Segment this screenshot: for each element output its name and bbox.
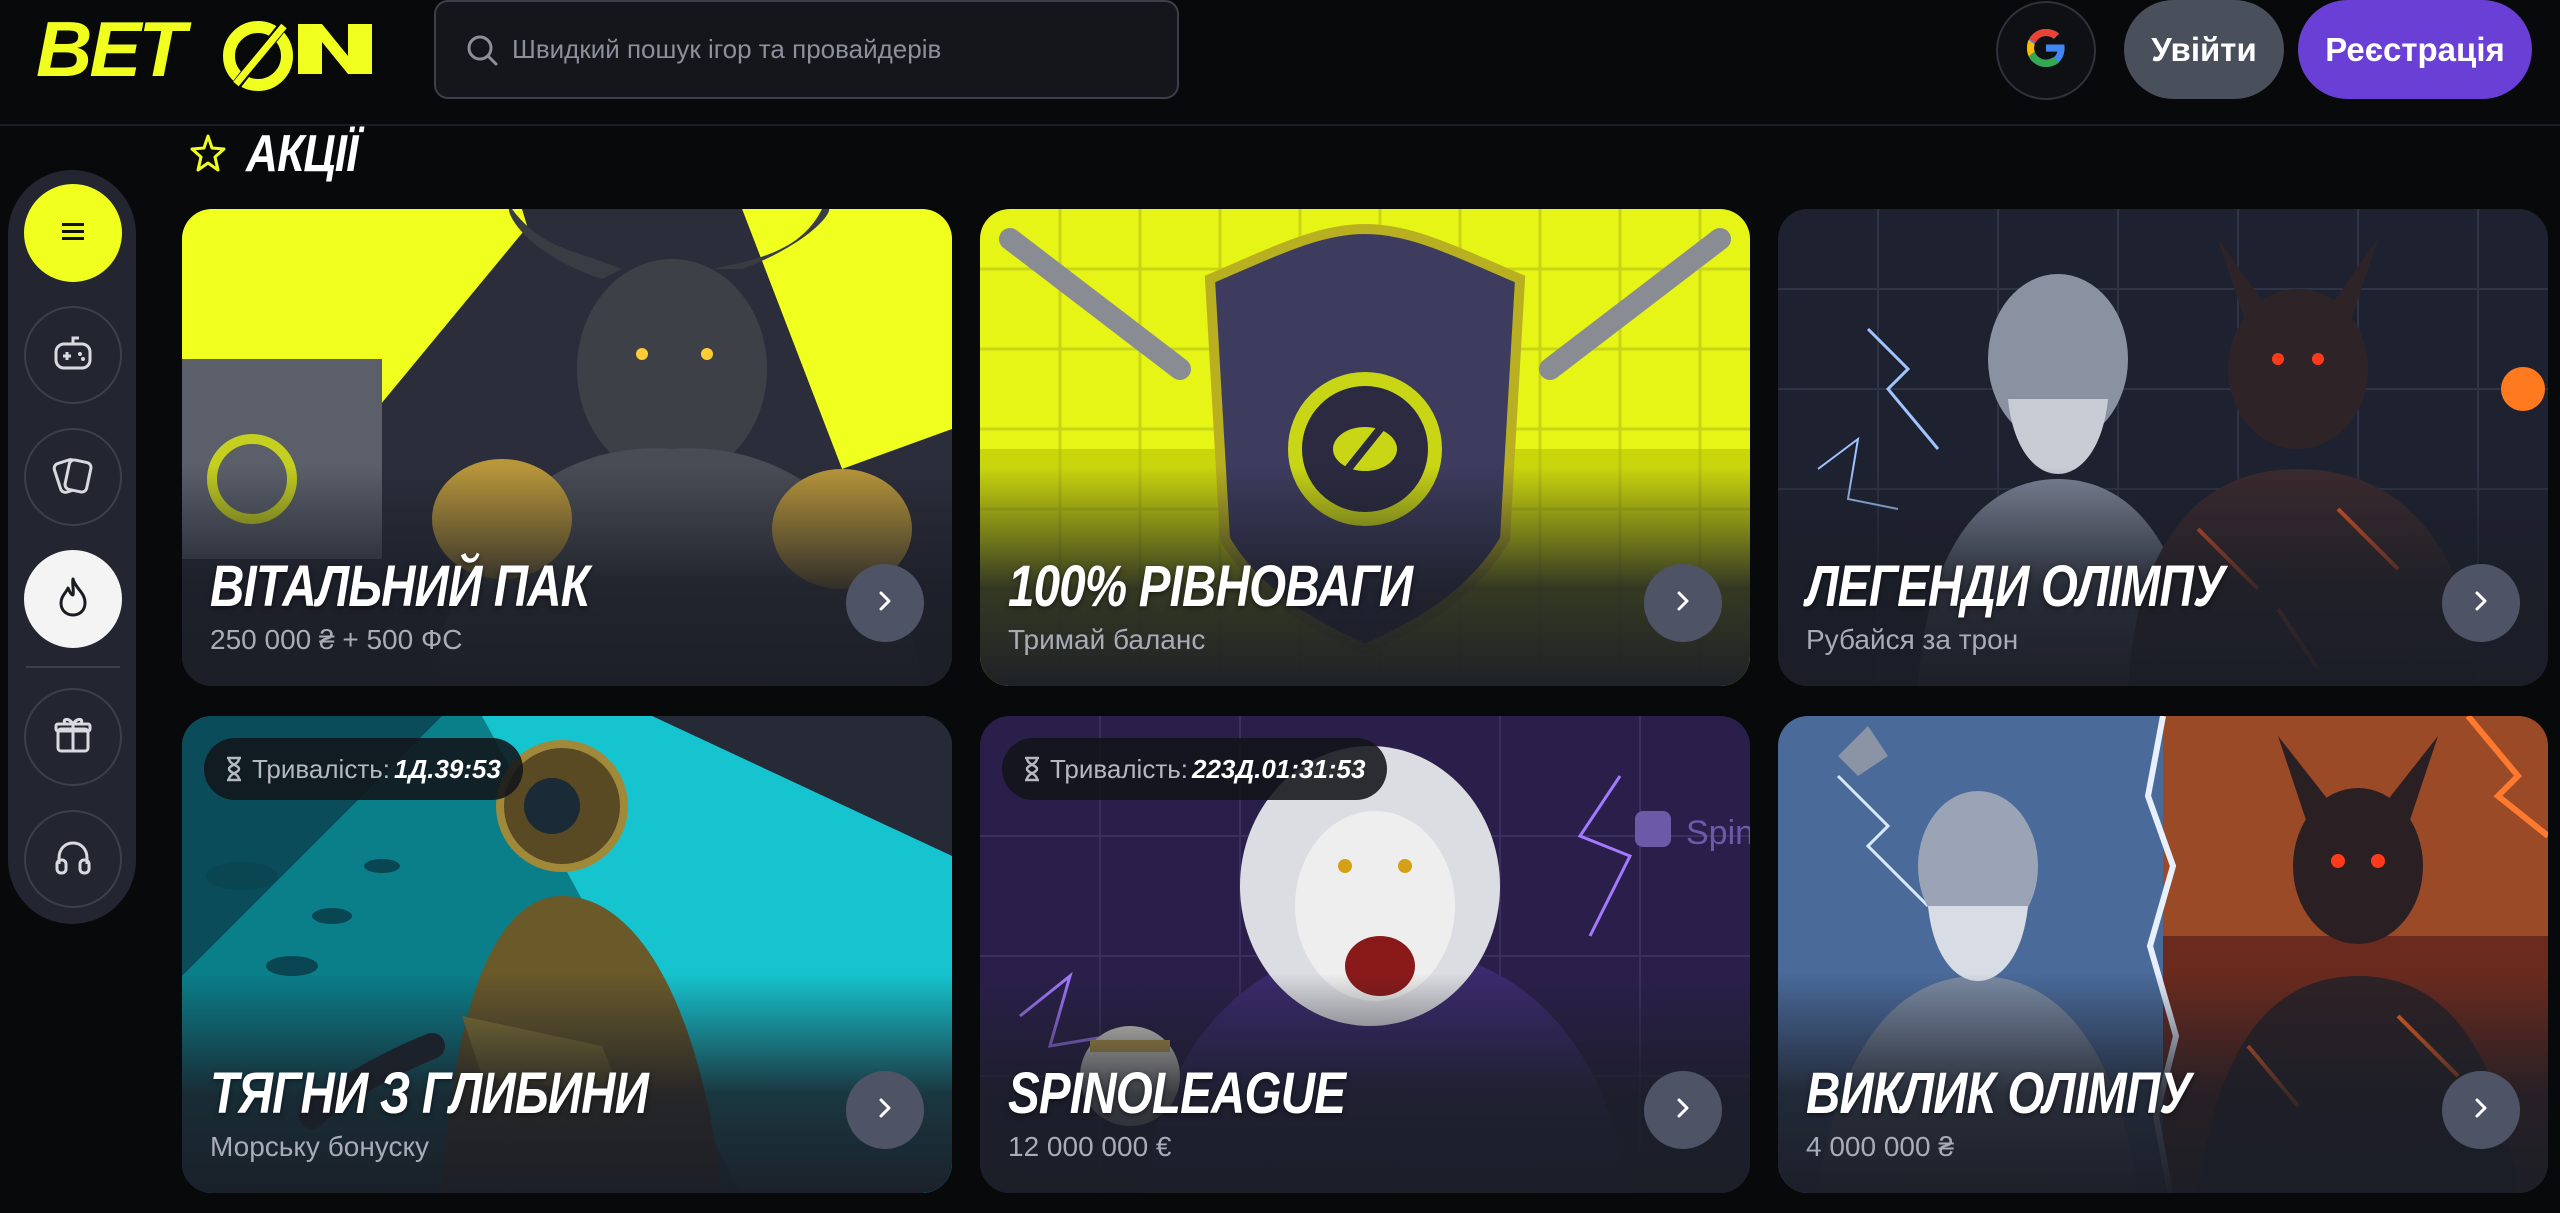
chevron-right-icon: [1673, 1096, 1693, 1125]
left-sidebar: [8, 170, 136, 924]
promo-title: 100% РІВНОВАГИ: [1008, 554, 1413, 619]
flame-icon: [55, 576, 91, 623]
headphones-icon: [52, 836, 94, 883]
spin-watermark: Spin: [1686, 814, 1750, 852]
promo-title: ВИКЛИК ОЛІМПУ: [1806, 1061, 2192, 1126]
sidebar-divider: [26, 666, 120, 668]
svg-text:BET: BET: [36, 5, 192, 93]
sidebar-item-support[interactable]: [24, 810, 122, 908]
promo-open-button[interactable]: [1644, 1071, 1722, 1149]
promo-timer: Тривалість: 223Д.01:31:53: [1002, 738, 1388, 800]
promo-subtitle: 4 000 000 ₴: [1806, 1131, 1954, 1162]
promo-card-from-depths[interactable]: Тривалість: 1Д.39:53 ТЯГНИ З ГЛИБИНИ Мор…: [182, 716, 952, 1193]
promo-timer: Тривалість: 1Д.39:53: [204, 738, 523, 800]
chevron-right-icon: [875, 1096, 895, 1125]
promo-title: ТЯГНИ З ГЛИБИНИ: [210, 1061, 649, 1126]
promo-open-button[interactable]: [2442, 1071, 2520, 1149]
promo-open-button[interactable]: [846, 1071, 924, 1149]
promo-subtitle: Рубайся за трон: [1806, 624, 2019, 655]
menu-icon: [62, 222, 84, 245]
beton-logo[interactable]: BET: [36, 4, 376, 104]
gift-icon: [52, 714, 94, 761]
chevron-right-icon: [1673, 589, 1693, 618]
chevron-right-icon: [875, 589, 895, 618]
star-icon: [190, 132, 226, 176]
sidebar-menu-button[interactable]: [24, 184, 122, 282]
search-icon: [464, 32, 500, 68]
hourglass-icon: [224, 756, 244, 782]
promo-subtitle: 250 000 ₴ + 500 ФС: [210, 624, 463, 655]
promo-card-olympus-legends[interactable]: ЛЕГЕНДИ ОЛІМПУ Рубайся за трон: [1778, 209, 2548, 686]
top-header: BET Швидкий пошук ігор та провайдерів Ув…: [0, 0, 2560, 126]
gamepad-icon: [52, 332, 94, 379]
promo-subtitle: Морську бонуску: [210, 1131, 430, 1162]
page-title: АКЦІЇ: [246, 125, 358, 183]
google-login-button[interactable]: [1996, 1, 2096, 100]
register-button[interactable]: Реєстрація: [2298, 0, 2532, 99]
promo-title: ВІТАЛЬНИЙ ПАК: [210, 554, 590, 619]
sidebar-item-live-casino[interactable]: [24, 428, 122, 526]
promo-open-button[interactable]: [1644, 564, 1722, 642]
promo-subtitle: Тримай баланс: [1008, 624, 1206, 655]
sidebar-item-gifts[interactable]: [24, 688, 122, 786]
cards-icon: [51, 453, 95, 502]
promo-card-balance[interactable]: 100% РІВНОВАГИ Тримай баланс: [980, 209, 1750, 686]
timer-value: 1Д.39:53: [394, 753, 501, 784]
hourglass-icon: [1022, 756, 1042, 782]
promo-card-welcome-pack[interactable]: ВІТАЛЬНИЙ ПАК 250 000 ₴ + 500 ФС: [182, 209, 952, 686]
login-button[interactable]: Увійти: [2124, 0, 2284, 99]
promo-open-button[interactable]: [2442, 564, 2520, 642]
timer-label: Тривалість:: [1050, 753, 1189, 784]
promo-title: SPINOLEAGUE: [1008, 1061, 1346, 1126]
promo-open-button[interactable]: [846, 564, 924, 642]
chevron-right-icon: [2471, 589, 2491, 618]
sidebar-item-games[interactable]: [24, 306, 122, 404]
promo-title: ЛЕГЕНДИ ОЛІМПУ: [1806, 554, 2225, 619]
timer-label: Тривалість:: [252, 753, 391, 784]
promo-card-olympus-challenge[interactable]: ВИКЛИК ОЛІМПУ 4 000 000 ₴: [1778, 716, 2548, 1193]
sidebar-item-promotions[interactable]: [24, 550, 122, 648]
search-placeholder: Швидкий пошук ігор та провайдерів: [512, 34, 942, 64]
timer-value: 223Д.01:31:53: [1192, 753, 1366, 784]
chevron-right-icon: [2471, 1096, 2491, 1125]
promo-card-spinoleague[interactable]: Spin Тривалість: 223Д.01:31:53 SPINOLEAG…: [980, 716, 1750, 1193]
section-header: АКЦІЇ: [190, 124, 377, 184]
promo-subtitle: 12 000 000 €: [1008, 1131, 1172, 1162]
search-input[interactable]: Швидкий пошук ігор та провайдерів: [434, 0, 1179, 99]
google-icon: [2022, 24, 2070, 77]
